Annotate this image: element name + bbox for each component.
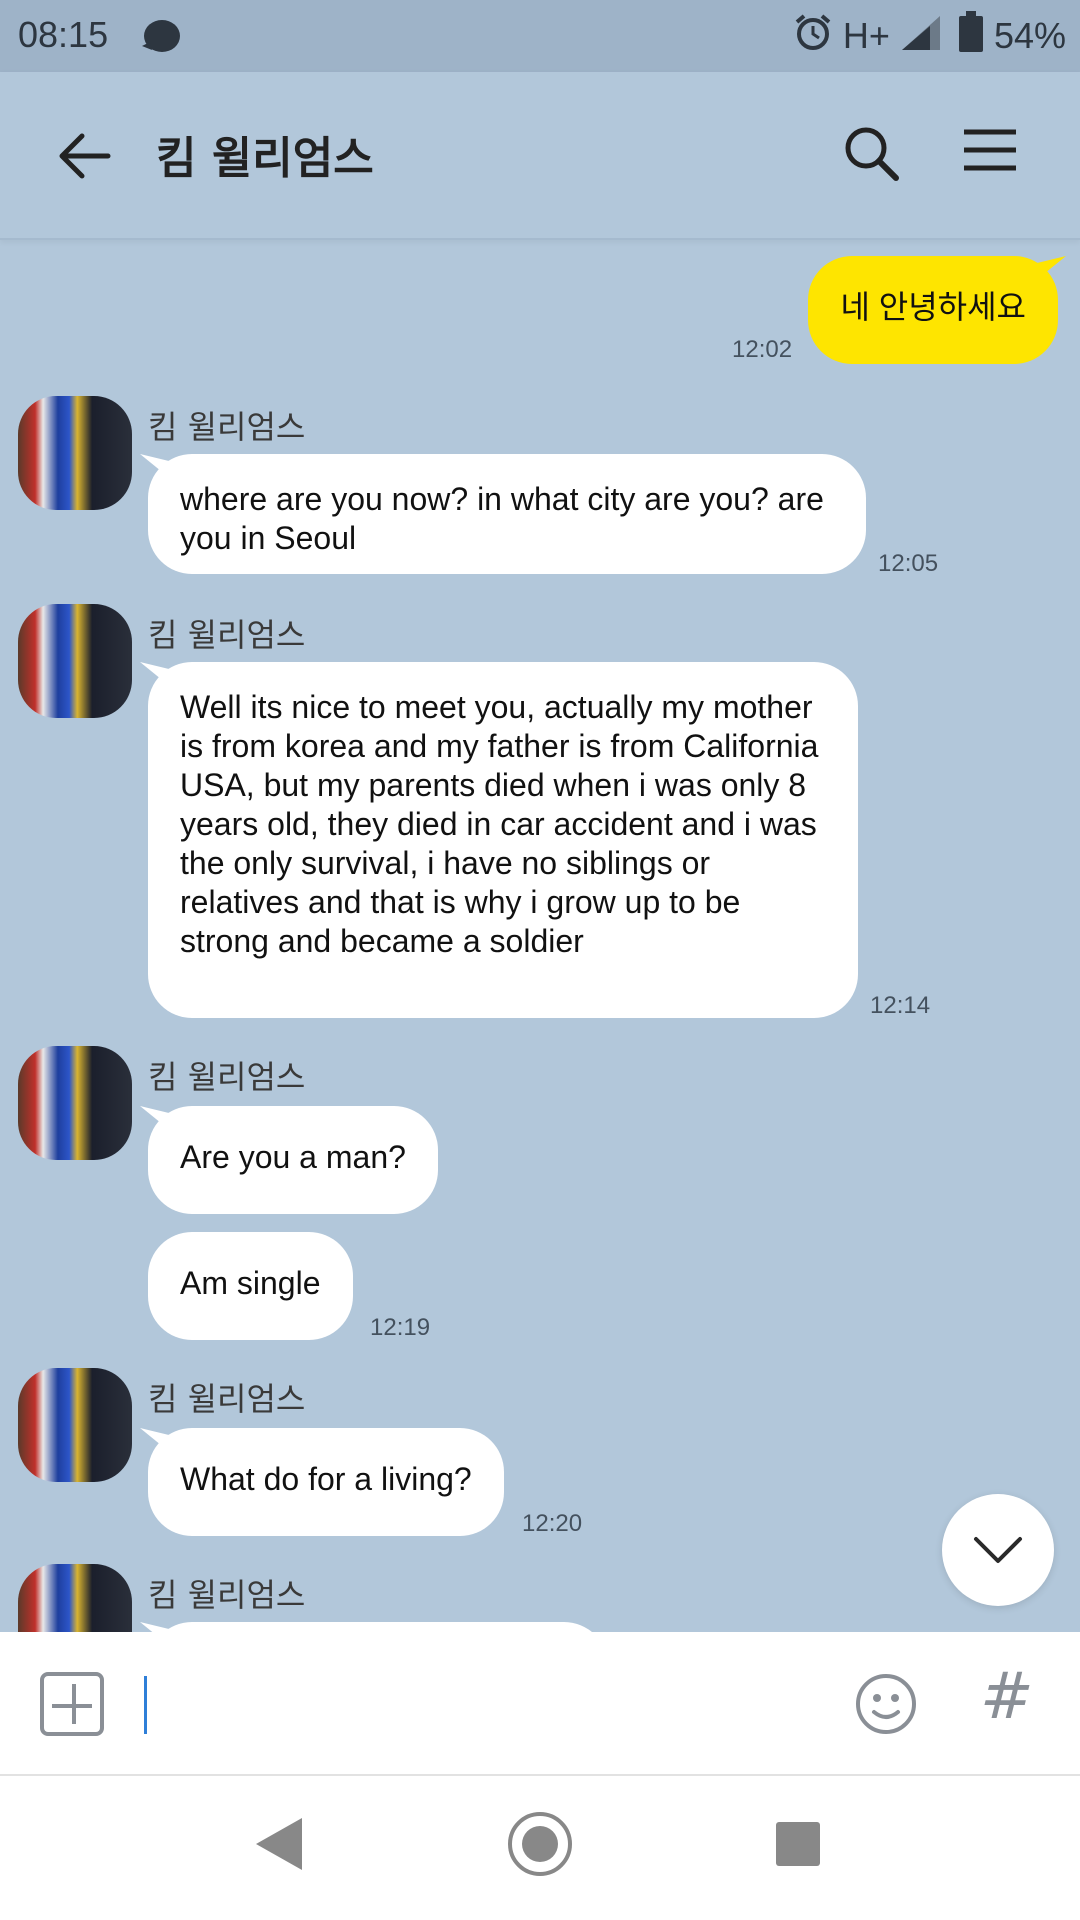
nav-recents-icon[interactable] — [776, 1822, 820, 1866]
message-input[interactable] — [140, 1668, 820, 1740]
battery-icon — [958, 10, 984, 62]
hamburger-menu-icon — [964, 129, 1016, 171]
my-message-bubble[interactable]: 네 안녕하세요 — [808, 256, 1058, 364]
chat-messages[interactable]: 네 안녕하세요 12:02 킴 윌리엄스 where are you now? … — [0, 242, 1080, 1632]
message-time: 12:19 — [370, 1314, 431, 1341]
message-bubble[interactable]: Are you a man? — [148, 1106, 438, 1214]
hashtag-button[interactable]: # — [980, 1660, 1034, 1734]
message-time: 12:14 — [870, 992, 931, 1019]
sender-name: 킴 윌리엄스 — [148, 1058, 306, 1096]
sender-name: 킴 윌리엄스 — [148, 408, 306, 446]
status-time: 08:15 — [18, 14, 109, 55]
avatar[interactable] — [18, 604, 132, 718]
nav-back-icon[interactable] — [256, 1818, 302, 1870]
avatar[interactable] — [18, 1564, 132, 1632]
message-time: 12:02 — [732, 336, 793, 363]
chat-header: 킴 윌리엄스 — [0, 72, 1080, 240]
battery-level: 54% — [993, 15, 1066, 56]
sender-name: 킴 윌리엄스 — [148, 616, 306, 654]
message-bubble[interactable]: Well its nice to meet you, actually my m… — [148, 662, 858, 1018]
message-bubble[interactable]: What do for a living? — [148, 1428, 504, 1536]
alarm-icon — [793, 12, 833, 61]
status-bar: 08:15 H+ 54% — [0, 0, 1080, 72]
chevron-down-icon — [974, 1537, 1022, 1563]
status-indicators: H+ 54% — [793, 10, 1066, 62]
attach-button[interactable] — [40, 1672, 104, 1736]
scroll-to-bottom-button[interactable] — [942, 1494, 1054, 1606]
message-input-bar: # — [0, 1632, 1080, 1776]
menu-button[interactable] — [962, 126, 1030, 190]
search-icon — [845, 127, 899, 181]
nav-home-icon[interactable] — [508, 1812, 572, 1876]
text-cursor — [144, 1676, 147, 1734]
search-button[interactable] — [842, 124, 910, 192]
back-button[interactable] — [52, 124, 116, 188]
signal-icon — [900, 12, 948, 61]
emoji-button[interactable] — [854, 1672, 918, 1736]
chat-notification-icon — [138, 16, 184, 60]
avatar[interactable] — [18, 1046, 132, 1160]
arrow-left-icon — [59, 133, 111, 179]
system-navigation-bar — [0, 1776, 1080, 1920]
avatar[interactable] — [18, 396, 132, 510]
message-bubble[interactable]: Am single — [148, 1232, 353, 1340]
smiley-icon — [856, 1674, 916, 1734]
network-type: H+ — [842, 15, 890, 56]
message-time: 12:05 — [878, 550, 939, 577]
message-time: 12:20 — [522, 1510, 583, 1537]
message-bubble[interactable]: where are you now? in what city are you?… — [148, 454, 866, 574]
sender-name: 킴 윌리엄스 — [148, 1380, 306, 1418]
page-title: 킴 윌리엄스 — [156, 133, 374, 184]
avatar[interactable] — [18, 1368, 132, 1482]
message-bubble[interactable] — [148, 1622, 608, 1632]
sender-name: 킴 윌리엄스 — [148, 1576, 306, 1614]
